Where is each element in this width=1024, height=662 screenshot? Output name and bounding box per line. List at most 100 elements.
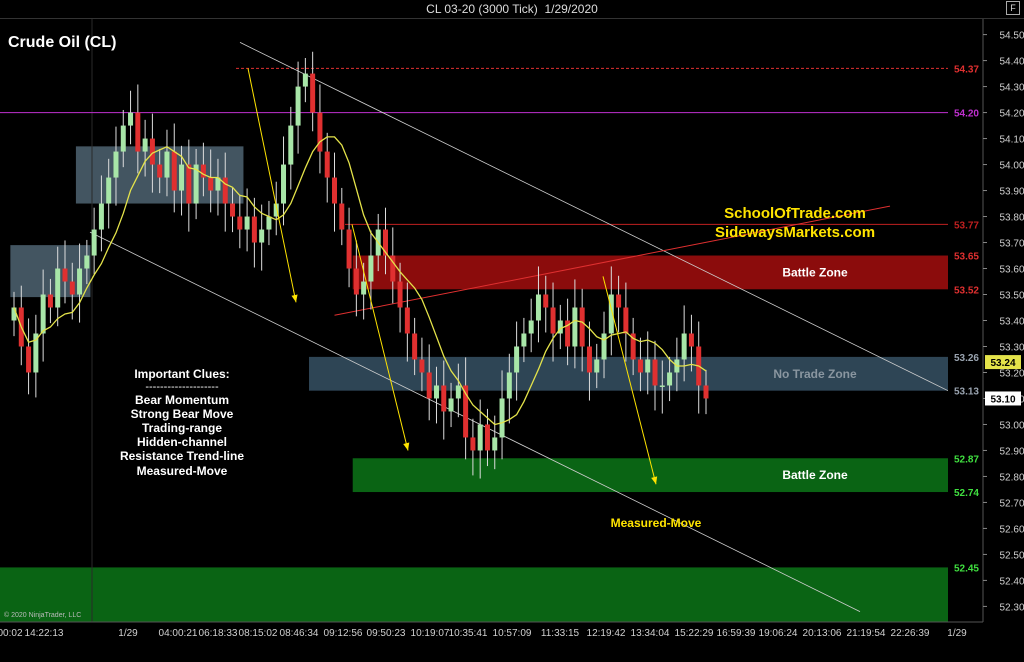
candle-body bbox=[586, 346, 592, 373]
level-label: 53.52 bbox=[954, 285, 979, 296]
level-label: 52.74 bbox=[954, 488, 979, 499]
candle-body bbox=[84, 255, 90, 269]
zone-band bbox=[352, 255, 948, 290]
level-label: 53.65 bbox=[954, 252, 979, 263]
candle-body bbox=[346, 229, 352, 269]
level-label: 53.77 bbox=[954, 220, 979, 231]
candle-body bbox=[361, 281, 367, 295]
x-tick-label: 13:34:04 bbox=[631, 628, 670, 639]
candle-body bbox=[164, 151, 170, 178]
candle-body bbox=[594, 359, 600, 373]
candle-body bbox=[26, 346, 32, 373]
price-chart[interactable]: Battle Zone No Trade Zone Battle Zone 54.3… bbox=[0, 0, 1024, 662]
x-tick-label: 14:22:13 bbox=[25, 628, 64, 639]
candle-body bbox=[230, 203, 236, 217]
candle-body bbox=[128, 112, 134, 126]
candle-body bbox=[281, 164, 287, 204]
candle-body bbox=[288, 125, 294, 165]
ma-value-text: 53.24 bbox=[990, 358, 1015, 369]
candle-body bbox=[368, 255, 374, 282]
candle-body bbox=[324, 151, 330, 178]
y-tick-label: 53.20 bbox=[999, 368, 1024, 379]
candle-body bbox=[266, 216, 272, 230]
candle-body bbox=[572, 307, 578, 347]
candle-body bbox=[601, 333, 607, 360]
trendlines-layer bbox=[89, 42, 949, 612]
copyright: © 2020 NinjaTrader, LLC bbox=[4, 611, 81, 619]
candle-body bbox=[397, 281, 403, 308]
candle-body bbox=[113, 151, 119, 178]
y-tick-label: 54.10 bbox=[999, 135, 1024, 146]
candle-body bbox=[703, 385, 709, 399]
candle-body bbox=[579, 307, 585, 347]
candle-body bbox=[535, 294, 541, 321]
y-tick-label: 53.60 bbox=[999, 265, 1024, 276]
candle-body bbox=[659, 385, 665, 387]
candle-body bbox=[47, 294, 53, 308]
level-label: 54.20 bbox=[954, 109, 979, 120]
candle-body bbox=[433, 385, 439, 399]
y-tick-label: 52.30 bbox=[999, 602, 1024, 613]
x-tick-label: 12:19:42 bbox=[587, 628, 626, 639]
y-tick-label: 54.50 bbox=[999, 31, 1024, 42]
x-tick-label: 10:19:07 bbox=[411, 628, 450, 639]
candle-body bbox=[616, 294, 622, 308]
x-tick-label: 16:59:39 bbox=[717, 628, 756, 639]
x-tick-label: 1/29 bbox=[118, 628, 138, 639]
candle-body bbox=[310, 73, 316, 113]
candle-body bbox=[208, 177, 214, 191]
candle-body bbox=[40, 294, 46, 334]
candle-body bbox=[302, 73, 308, 87]
candle-body bbox=[419, 359, 425, 373]
y-tick-label: 54.30 bbox=[999, 83, 1024, 94]
candle-body bbox=[484, 424, 490, 451]
candle-body bbox=[514, 346, 520, 373]
y-tick-label: 53.30 bbox=[999, 342, 1024, 353]
arrow-shaft bbox=[247, 68, 297, 303]
y-tick-label: 54.20 bbox=[999, 109, 1024, 120]
candle-body bbox=[237, 216, 243, 230]
clue-item: Measured-Move bbox=[137, 464, 228, 478]
y-tick-label: 53.90 bbox=[999, 187, 1024, 198]
candle-body bbox=[106, 177, 112, 204]
candle-body bbox=[412, 333, 418, 360]
candle-body bbox=[142, 138, 148, 152]
y-tick-label: 52.70 bbox=[999, 498, 1024, 509]
y-tick-label: 53.70 bbox=[999, 239, 1024, 250]
candle-body bbox=[441, 385, 447, 412]
x-tick-label: 06:18:33 bbox=[199, 628, 238, 639]
candle-body bbox=[251, 216, 257, 243]
candle-body bbox=[62, 268, 68, 282]
candle-body bbox=[528, 320, 534, 334]
x-tick-label: 19:06:24 bbox=[759, 628, 798, 639]
candle-body bbox=[339, 203, 345, 230]
measured-move-label: Measured-Move bbox=[611, 516, 702, 530]
x-tick-label: 08:15:02 bbox=[239, 628, 278, 639]
candle-body bbox=[55, 268, 61, 308]
candle-body bbox=[506, 372, 512, 399]
candle-body bbox=[259, 229, 265, 243]
candle-body bbox=[91, 229, 97, 256]
candle-body bbox=[667, 372, 673, 386]
level-label: 52.87 bbox=[954, 454, 979, 465]
candle-body bbox=[623, 307, 629, 334]
candle-body bbox=[448, 398, 454, 412]
zone-label: No Trade Zone bbox=[773, 367, 857, 381]
clue-item: Resistance Trend-line bbox=[120, 449, 244, 463]
y-tick-label: 53.40 bbox=[999, 317, 1024, 328]
candle-body bbox=[171, 151, 177, 191]
y-tick-label: 54.00 bbox=[999, 161, 1024, 172]
axes-layer: 54.37 54.20 53.77 53.65 53.52 53.26 53.13 52.87… bbox=[0, 19, 1024, 662]
x-tick-label: 08:46:34 bbox=[280, 628, 319, 639]
candle-body bbox=[637, 359, 643, 373]
candle-body bbox=[332, 177, 338, 204]
candle-body bbox=[179, 164, 185, 191]
candle-body bbox=[688, 333, 694, 347]
zone-label: Battle Zone bbox=[782, 468, 848, 482]
watermark-line-2: SidewaysMarkets.com bbox=[715, 224, 875, 241]
y-tick-label: 53.00 bbox=[999, 420, 1024, 431]
x-tick-label: 09:50:23 bbox=[367, 628, 406, 639]
last-price-text: 53.10 bbox=[990, 394, 1015, 405]
x-tick-label: 11:33:15 bbox=[541, 628, 580, 639]
candle-body bbox=[244, 216, 250, 230]
